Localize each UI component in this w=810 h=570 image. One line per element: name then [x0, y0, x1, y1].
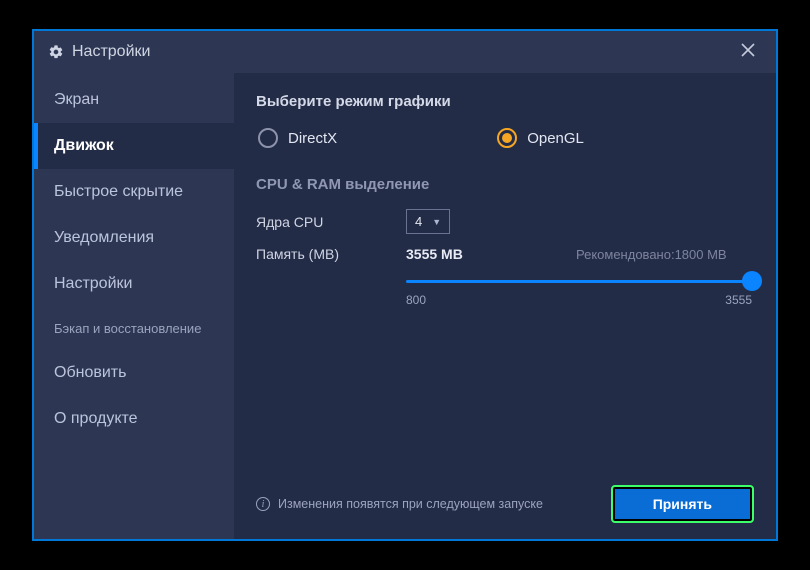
- radio-opengl[interactable]: OpenGL: [497, 128, 584, 148]
- cpu-cores-dropdown[interactable]: 4 ▼: [406, 209, 450, 234]
- footer: i Изменения появятся при следующем запус…: [256, 485, 754, 523]
- radio-opengl-label: OpenGL: [527, 130, 584, 147]
- sidebar-item-settings[interactable]: Настройки: [34, 261, 234, 307]
- slider-thumb[interactable]: [742, 271, 762, 291]
- alloc-heading: CPU & RAM выделение: [256, 176, 754, 193]
- sidebar-item-backup[interactable]: Бэкап и восстановление: [34, 307, 234, 350]
- content-area: Выберите режим графики DirectX OpenGL CP…: [234, 73, 776, 539]
- chevron-down-icon: ▼: [432, 217, 441, 227]
- sidebar-item-quickhide[interactable]: Быстрое скрытие: [34, 169, 234, 215]
- memory-slider[interactable]: 800 3555: [406, 280, 752, 307]
- window-title: Настройки: [72, 43, 150, 61]
- sidebar-item-notifications[interactable]: Уведомления: [34, 215, 234, 261]
- gear-icon: [48, 44, 64, 60]
- radio-circle-icon: [258, 128, 278, 148]
- close-button[interactable]: [734, 37, 762, 68]
- cpu-cores-label: Ядра CPU: [256, 214, 406, 230]
- memory-recommended: Рекомендовано:1800 MB: [576, 247, 727, 262]
- accept-button[interactable]: Принять: [611, 485, 754, 523]
- radio-circle-icon: [497, 128, 517, 148]
- slider-max-label: 3555: [725, 293, 752, 307]
- info-message: i Изменения появятся при следующем запус…: [256, 497, 543, 511]
- slider-min-label: 800: [406, 293, 426, 307]
- memory-value: 3555 MB: [406, 246, 576, 262]
- graphics-radio-group: DirectX OpenGL: [256, 128, 754, 148]
- sidebar-item-screen[interactable]: Экран: [34, 77, 234, 123]
- radio-directx-label: DirectX: [288, 130, 337, 147]
- sidebar-item-engine[interactable]: Движок: [34, 123, 234, 169]
- cpu-cores-value: 4: [415, 214, 422, 229]
- sidebar-item-about[interactable]: О продукте: [34, 396, 234, 442]
- info-icon: i: [256, 497, 270, 511]
- settings-window: Настройки Экран Движок Быстрое скрытие У…: [32, 29, 778, 541]
- sidebar: Экран Движок Быстрое скрытие Уведомления…: [34, 73, 234, 539]
- radio-directx[interactable]: DirectX: [258, 128, 337, 148]
- sidebar-item-update[interactable]: Обновить: [34, 350, 234, 396]
- graphics-mode-heading: Выберите режим графики: [256, 93, 754, 110]
- titlebar: Настройки: [34, 31, 776, 73]
- info-text: Изменения появятся при следующем запуске: [278, 497, 543, 511]
- memory-label: Память (MB): [256, 246, 406, 262]
- slider-track: [406, 280, 752, 283]
